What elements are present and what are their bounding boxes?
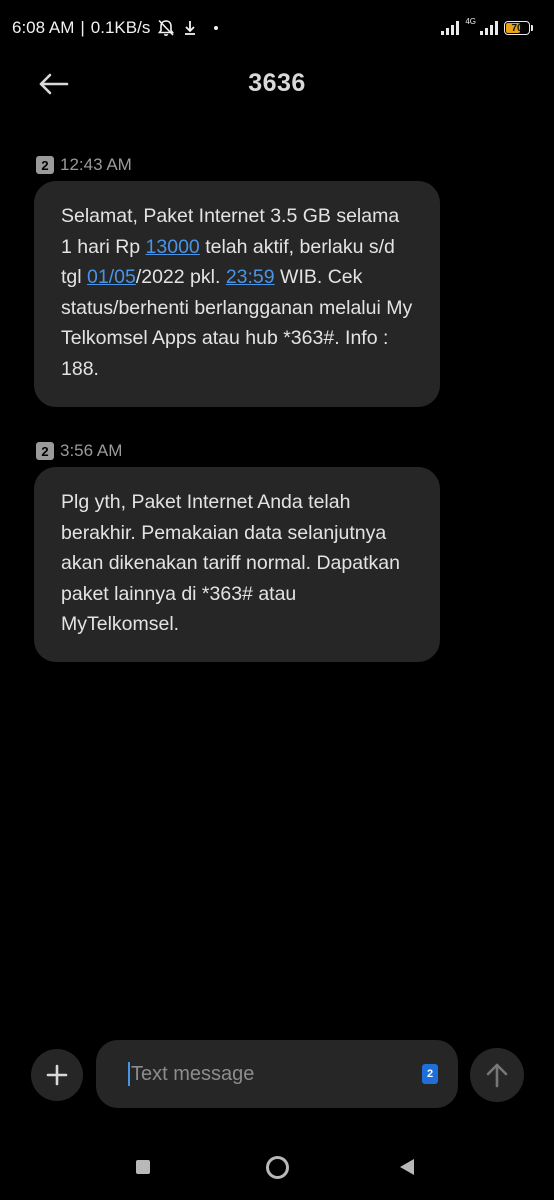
battery-level: 70 bbox=[511, 22, 523, 34]
message-meta: 2 3:56 AM bbox=[36, 441, 122, 461]
square-icon[interactable] bbox=[136, 1160, 150, 1174]
triangle-back-icon[interactable] bbox=[398, 1158, 416, 1176]
message-link[interactable]: 23:59 bbox=[226, 266, 275, 288]
message-text: /2022 pkl. bbox=[135, 266, 226, 288]
message-input[interactable] bbox=[131, 1062, 422, 1086]
signal-4g-icon bbox=[480, 21, 498, 35]
signal-icon bbox=[441, 21, 460, 35]
status-separator: | bbox=[80, 18, 85, 37]
add-attachment-button[interactable] bbox=[31, 1049, 83, 1101]
conversation-title: 3636 bbox=[248, 69, 306, 97]
status-right: 4G 70 bbox=[441, 17, 533, 35]
message-input-box[interactable]: 2 bbox=[96, 1040, 458, 1108]
sim-badge: 2 bbox=[36, 156, 54, 174]
status-bar: 6:08 AM | 0.1KB/s 4G 70 bbox=[0, 0, 554, 56]
sim-selector[interactable]: 2 bbox=[422, 1064, 438, 1084]
circle-icon[interactable] bbox=[266, 1156, 289, 1179]
network-speed: 0.1KB/s bbox=[90, 18, 151, 37]
conversation-header: 3636 bbox=[0, 56, 554, 112]
message-text: Plg yth, Paket Internet Anda telah berak… bbox=[61, 491, 400, 635]
message-link[interactable]: 13000 bbox=[146, 236, 200, 258]
battery-icon: 70 bbox=[504, 21, 533, 35]
arrow-up-icon bbox=[486, 1063, 508, 1088]
network-type: 4G bbox=[465, 16, 476, 26]
message-time: 3:56 AM bbox=[60, 441, 123, 460]
text-cursor bbox=[128, 1062, 130, 1086]
message-link[interactable]: 01/05 bbox=[87, 266, 136, 288]
notification-dot bbox=[214, 26, 219, 30]
sim-badge: 2 bbox=[36, 442, 54, 460]
muted-bell-icon bbox=[156, 18, 176, 38]
download-icon bbox=[182, 19, 198, 37]
message-meta: 2 12:43 AM bbox=[36, 155, 132, 175]
message-time: 12:43 AM bbox=[60, 155, 132, 174]
message-bubble[interactable]: Plg yth, Paket Internet Anda telah berak… bbox=[34, 467, 440, 662]
status-left: 6:08 AM | 0.1KB/s bbox=[12, 18, 219, 38]
message-bubble[interactable]: Selamat, Paket Internet 3.5 GB selama 1 … bbox=[34, 181, 440, 407]
messaging-screen: 6:08 AM | 0.1KB/s 4G 70 3636 2 12:43 AM … bbox=[0, 0, 554, 1200]
status-time: 6:08 AM bbox=[12, 18, 75, 37]
send-button[interactable] bbox=[470, 1048, 524, 1102]
plus-icon bbox=[46, 1064, 68, 1086]
system-nav-bar bbox=[0, 1140, 554, 1200]
